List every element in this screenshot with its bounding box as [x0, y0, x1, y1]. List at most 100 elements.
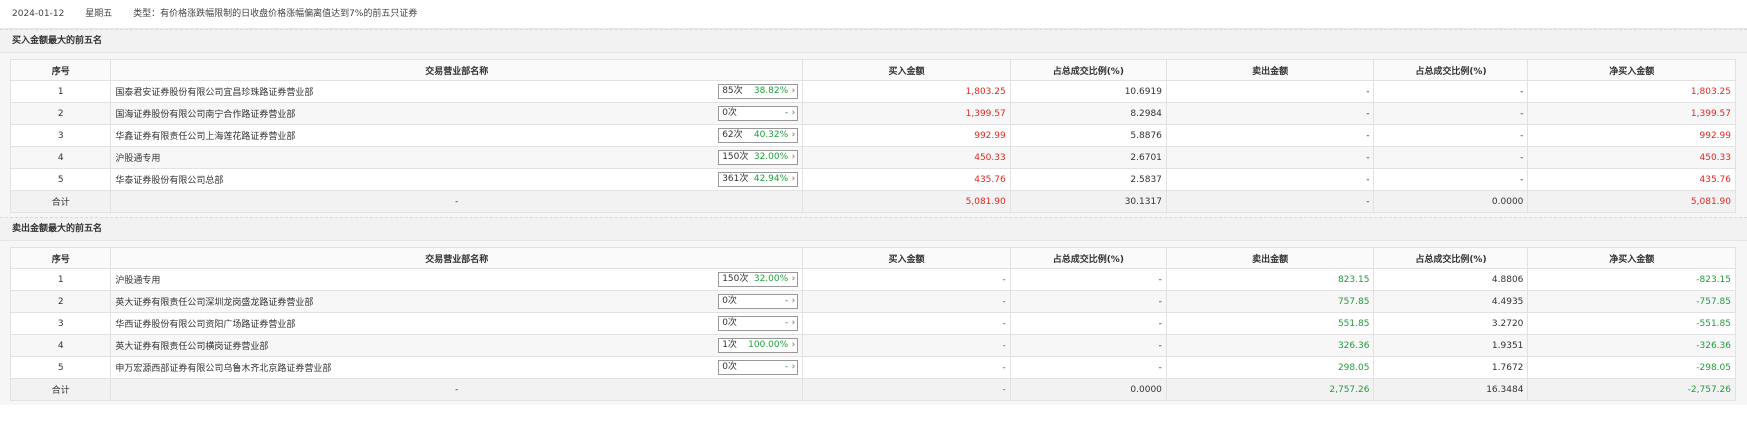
net-buy-amount: 1,399.57 — [1527, 102, 1736, 125]
broker-trade-count: 85次 — [722, 86, 743, 96]
col-buy-amount: 买入金额 — [802, 59, 1011, 81]
broker-name-link[interactable]: 沪股通专用 — [115, 151, 160, 164]
broker-stat-button[interactable]: 0次 - › — [718, 106, 799, 121]
buy-ratio: - — [1009, 356, 1167, 379]
sell-amount: - — [1165, 102, 1375, 125]
col-sell-amount: 卖出金额 — [1165, 59, 1375, 81]
sell-amount: - — [1165, 146, 1375, 169]
sell-amount: 326.36 — [1165, 334, 1375, 357]
chevron-right-icon: › — [791, 362, 796, 372]
net-buy-amount: 435.76 — [1527, 168, 1736, 191]
buy-amount: - — [802, 312, 1011, 335]
broker-stat-button[interactable]: 0次 - › — [718, 360, 799, 375]
total-name: - — [110, 190, 804, 213]
broker-name-cell: 华泰证券股份有限公司总部 361次 42.94% › — [110, 168, 804, 191]
broker-stat-button[interactable]: 85次 38.82% › — [718, 84, 799, 99]
buy-amount: 1,803.25 — [802, 80, 1011, 103]
net-buy-amount: -298.05 — [1527, 356, 1736, 379]
weekday: 星期五 — [85, 9, 113, 19]
sell-ratio: 1.9351 — [1373, 334, 1529, 357]
buy-section-title: 买入金额最大的前五名 — [0, 29, 1747, 53]
sell-ratio: - — [1373, 146, 1529, 169]
broker-stat-button[interactable]: 361次 42.94% › — [718, 172, 799, 187]
sell-ratio: 4.4935 — [1373, 290, 1529, 313]
broker-name-link[interactable]: 华鑫证券有限责任公司上海莲花路证券营业部 — [115, 129, 295, 142]
broker-name-cell: 华鑫证券有限责任公司上海莲花路证券营业部 62次 40.32% › — [110, 124, 804, 147]
table-row: 3 华西证券股份有限公司资阳广场路证券营业部 0次 - › - -551.85 3.2720-… — [9, 312, 1736, 335]
broker-stat-button[interactable]: 0次 - › — [718, 294, 799, 309]
sell-section-title: 卖出金额最大的前五名 — [0, 217, 1747, 241]
net-buy-amount: 1,803.25 — [1527, 80, 1736, 103]
sell-table-body: 1 沪股通专用 150次 32.00% › - -823.15 4.8806 -823.15 2 英… — [9, 268, 1736, 401]
sell-ratio: - — [1373, 102, 1529, 125]
sell-amount: - — [1165, 124, 1375, 147]
broker-stat-button[interactable]: 1次 100.00% › — [718, 338, 799, 353]
buy-amount: 1,399.57 — [802, 102, 1011, 125]
col-index: 序号 — [9, 59, 112, 81]
broker-name-link[interactable]: 英大证券有限责任公司深圳龙岗盛龙路证券营业部 — [115, 295, 313, 308]
buy-table: 序号 交易营业部名称 买入金额 占总成交比例(%) 卖出金额 占总成交比例(%)… — [9, 59, 1736, 213]
chevron-right-icon: › — [791, 86, 796, 96]
broker-name-cell: 申万宏源西部证券有限公司乌鲁木齐北京路证券营业部 0次 - › — [110, 356, 804, 379]
total-net-buy: -2,757.26 — [1527, 378, 1736, 401]
row-index: 3 — [9, 312, 112, 335]
row-index: 4 — [9, 334, 112, 357]
row-index: 2 — [9, 290, 112, 313]
buy-table-body: 1 国泰君安证券股份有限公司宜昌珍珠路证券营业部 85次 38.82% › 1,803.2… — [9, 80, 1736, 213]
sell-ratio: - — [1373, 168, 1529, 191]
row-index: 1 — [9, 80, 112, 103]
broker-name-link[interactable]: 沪股通专用 — [115, 273, 160, 286]
table-row: 2 英大证券有限责任公司深圳龙岗盛龙路证券营业部 0次 - › - -757.85 4.493… — [9, 290, 1736, 313]
buy-amount: - — [802, 268, 1011, 291]
sell-amount: 551.85 — [1165, 312, 1375, 335]
broker-win-rate: - — [784, 108, 789, 118]
col-sell-ratio: 占总成交比例(%) — [1373, 59, 1529, 81]
trade-date: 2024-01-12 — [12, 9, 65, 19]
row-index: 5 — [9, 168, 112, 191]
total-row: 合计 -5,081.90 30.1317-0.0000 5,081.90 — [9, 190, 1736, 213]
broker-win-rate: 42.94% — [753, 174, 789, 184]
sell-amount: 823.15 — [1165, 268, 1375, 291]
table-row: 4 英大证券有限责任公司横岗证券营业部 1次 100.00% › - -326.36 1.93… — [9, 334, 1736, 357]
buy-amount: 450.33 — [802, 146, 1011, 169]
col-sell-ratio: 占总成交比例(%) — [1373, 247, 1529, 269]
broker-stat-button[interactable]: 150次 32.00% › — [718, 150, 799, 165]
net-buy-amount: -757.85 — [1527, 290, 1736, 313]
broker-stat-button[interactable]: 62次 40.32% › — [718, 128, 799, 143]
sell-table-wrap: 序号 交易营业部名称 买入金额 占总成交比例(%) 卖出金额 占总成交比例(%)… — [0, 241, 1747, 405]
broker-trade-count: 0次 — [722, 318, 737, 328]
broker-name-link[interactable]: 申万宏源西部证券有限公司乌鲁木齐北京路证券营业部 — [115, 361, 331, 374]
row-index: 4 — [9, 146, 112, 169]
buy-ratio: 5.8876 — [1009, 124, 1167, 147]
broker-name-link[interactable]: 华西证券股份有限公司资阳广场路证券营业部 — [115, 317, 295, 330]
chevron-right-icon: › — [791, 174, 796, 184]
sell-amount: - — [1165, 168, 1375, 191]
broker-name-cell: 国泰君安证券股份有限公司宜昌珍珠路证券营业部 85次 38.82% › — [110, 80, 804, 103]
table-row: 1 国泰君安证券股份有限公司宜昌珍珠路证券营业部 85次 38.82% › 1,803.2… — [9, 80, 1736, 103]
table-row: 5 华泰证券股份有限公司总部 361次 42.94% › 435.76 2.5837- -43… — [9, 168, 1736, 191]
broker-win-rate: 32.00% — [753, 152, 789, 162]
buy-ratio: - — [1009, 290, 1167, 313]
col-buy-ratio: 占总成交比例(%) — [1009, 59, 1167, 81]
table-row: 1 沪股通专用 150次 32.00% › - -823.15 4.8806 -823.15 — [9, 268, 1736, 291]
chevron-right-icon: › — [791, 152, 796, 162]
buy-amount: - — [802, 290, 1011, 313]
broker-stat-button[interactable]: 150次 32.00% › — [718, 272, 799, 287]
broker-win-rate: 100.00% — [748, 340, 789, 350]
sell-amount: 298.05 — [1165, 356, 1375, 379]
row-index: 5 — [9, 356, 112, 379]
broker-name-cell: 沪股通专用 150次 32.00% › — [110, 268, 804, 291]
broker-name-link[interactable]: 英大证券有限责任公司横岗证券营业部 — [115, 339, 268, 352]
broker-stat-button[interactable]: 0次 - › — [718, 316, 799, 331]
row-index: 1 — [9, 268, 112, 291]
sell-amount: - — [1165, 80, 1375, 103]
total-buy-ratio: 0.0000 — [1009, 378, 1167, 401]
broker-name-link[interactable]: 华泰证券股份有限公司总部 — [115, 173, 223, 186]
broker-name-link[interactable]: 国泰君安证券股份有限公司宜昌珍珠路证券营业部 — [115, 85, 313, 98]
broker-win-rate: - — [784, 318, 789, 328]
broker-name-link[interactable]: 国海证券股份有限公司南宁合作路证券营业部 — [115, 107, 295, 120]
sell-ratio: 3.2720 — [1373, 312, 1529, 335]
table-row: 2 国海证券股份有限公司南宁合作路证券营业部 0次 - › 1,399.57 8.2984-… — [9, 102, 1736, 125]
table-row: 4 沪股通专用 150次 32.00% › 450.33 2.6701- -450.33 — [9, 146, 1736, 169]
buy-table-wrap: 序号 交易营业部名称 买入金额 占总成交比例(%) 卖出金额 占总成交比例(%)… — [0, 53, 1747, 217]
